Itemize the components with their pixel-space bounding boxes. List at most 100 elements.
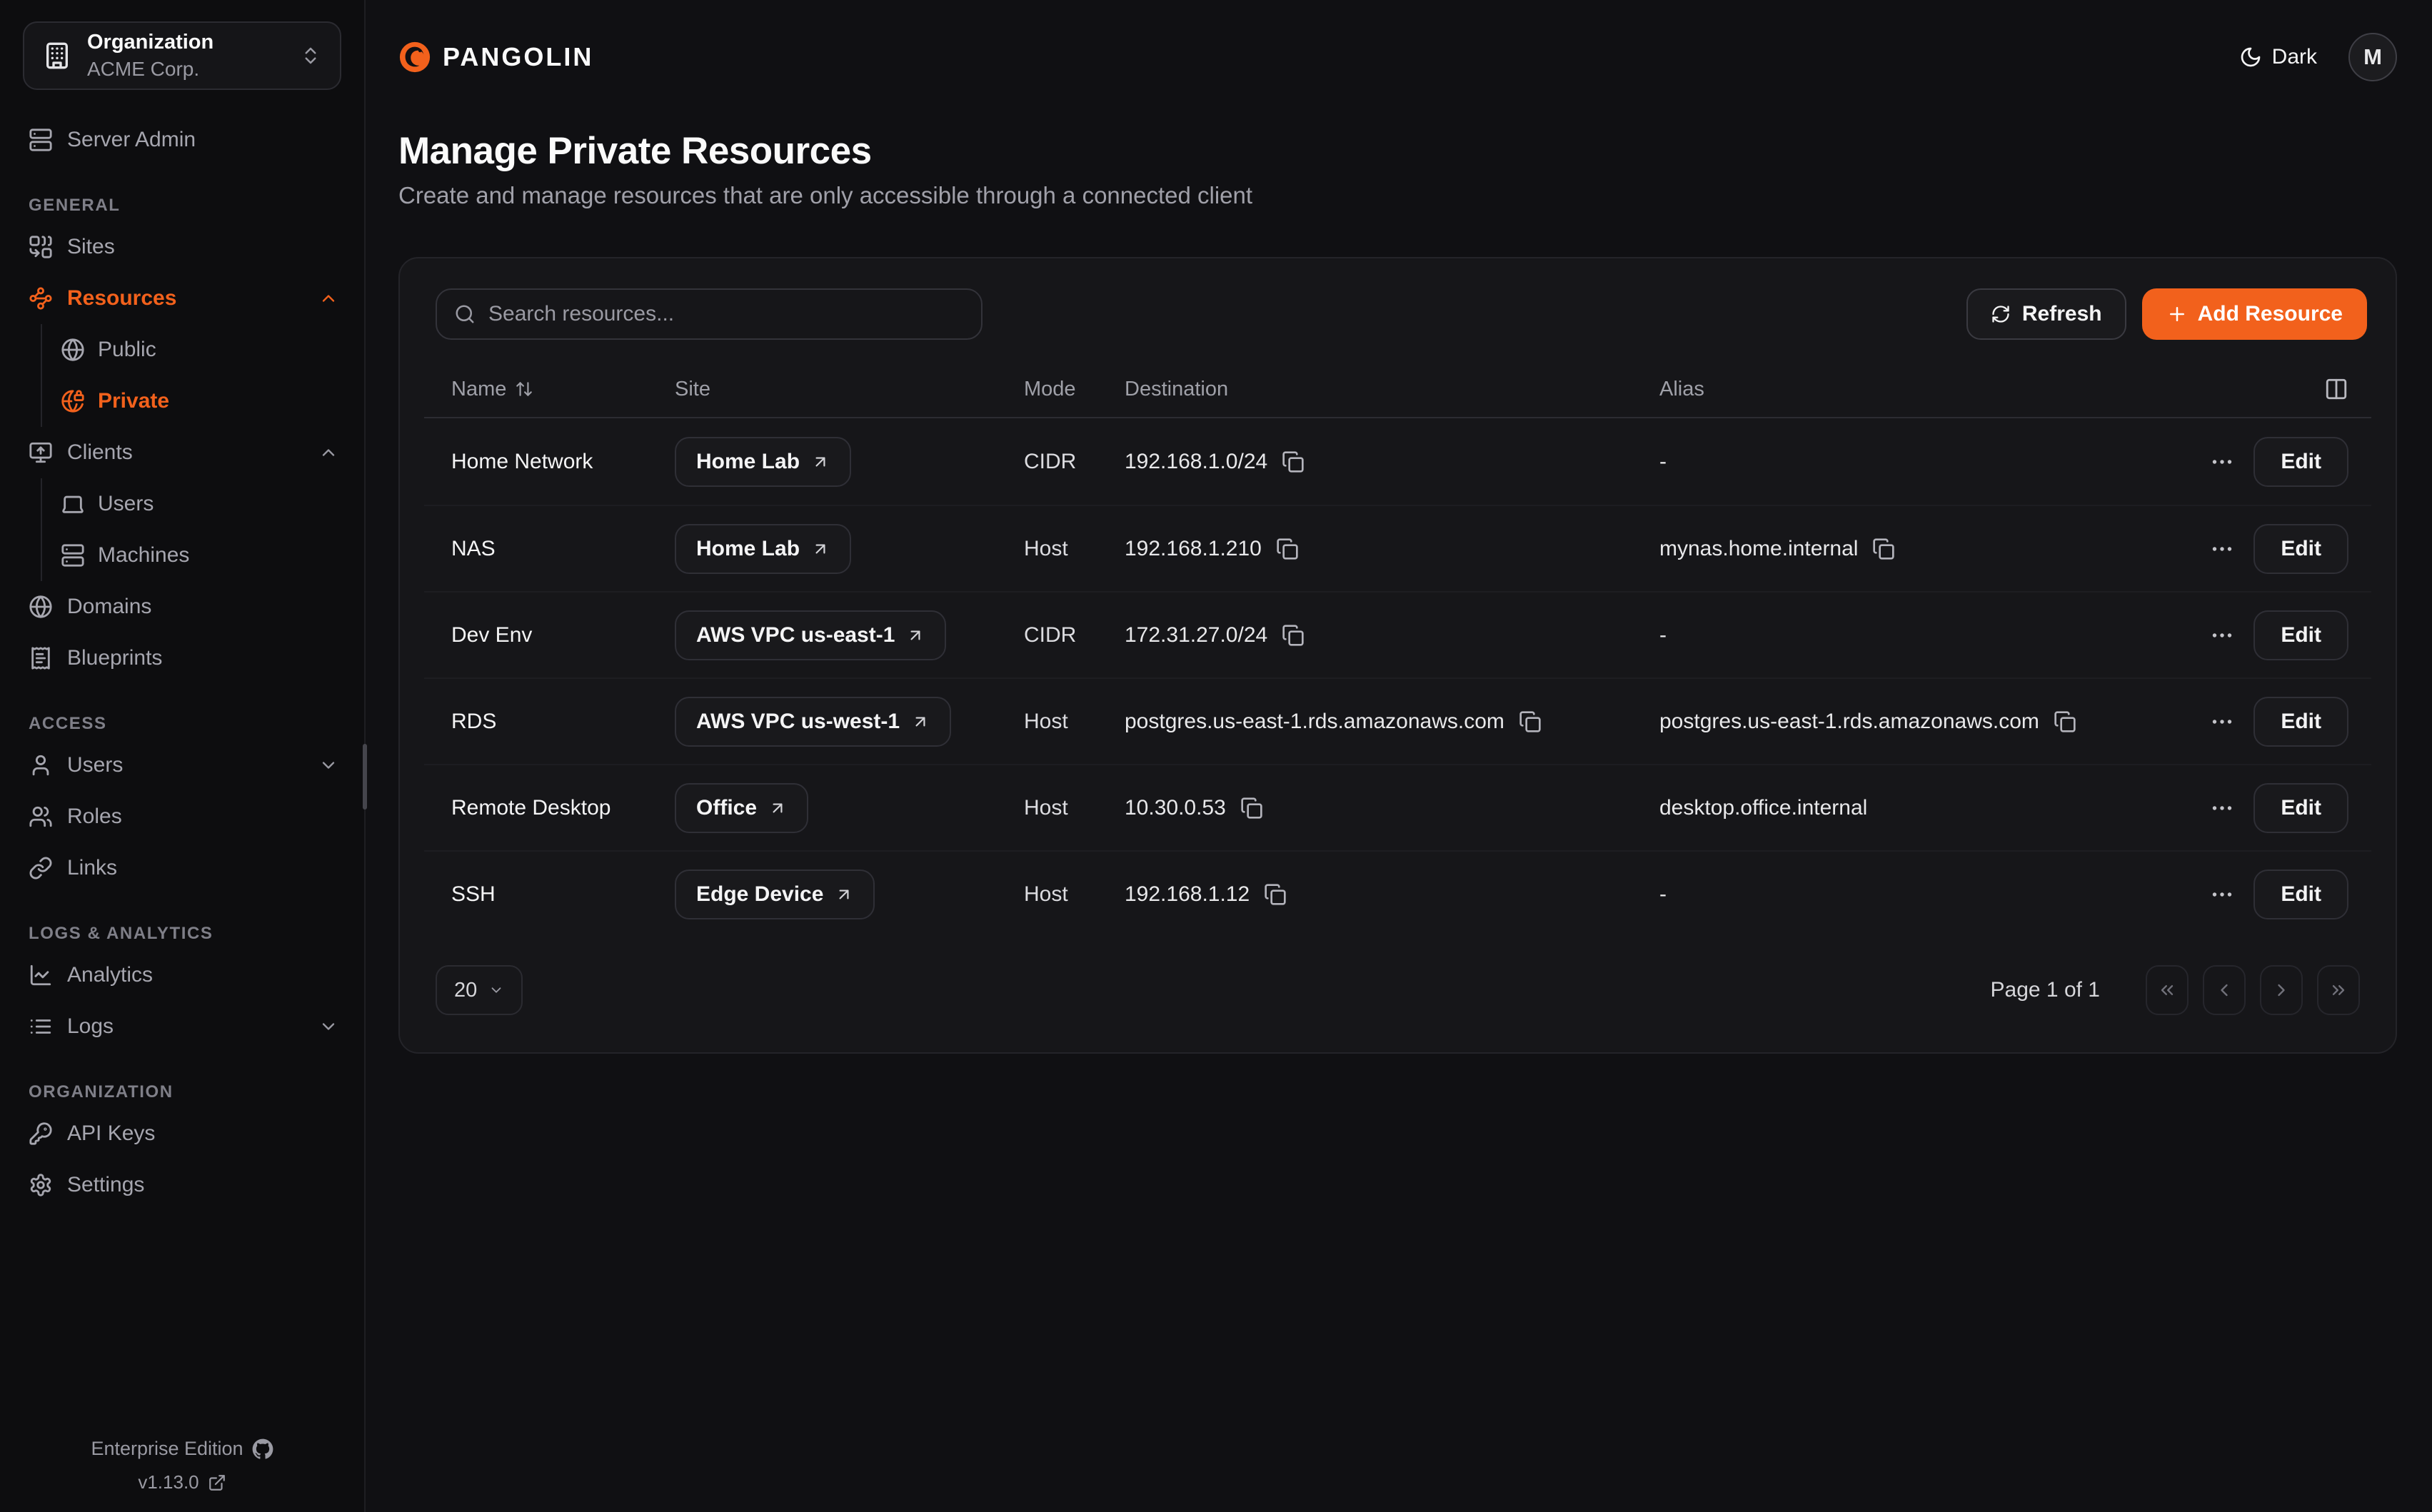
edition-line[interactable]: Enterprise Edition bbox=[91, 1438, 273, 1460]
row-menu-button[interactable] bbox=[2209, 623, 2235, 648]
version-line[interactable]: v1.13.0 bbox=[138, 1471, 226, 1493]
ellipsis-icon bbox=[2209, 536, 2235, 562]
add-resource-button[interactable]: Add Resource bbox=[2142, 288, 2367, 340]
sidebar-item-machines[interactable]: Machines bbox=[42, 530, 364, 581]
chevrons-up-down-icon bbox=[300, 45, 321, 66]
waypoints-icon bbox=[29, 286, 53, 311]
site-link-button[interactable]: Home Lab bbox=[675, 437, 851, 487]
column-header-actions bbox=[2220, 377, 2348, 401]
copy-destination-button[interactable] bbox=[1264, 883, 1287, 906]
avatar[interactable]: M bbox=[2348, 33, 2397, 81]
sidebar-item-public[interactable]: Public bbox=[42, 324, 364, 376]
sidebar-item-analytics[interactable]: Analytics bbox=[0, 949, 364, 1001]
search-input[interactable] bbox=[488, 302, 964, 326]
copy-destination-button[interactable] bbox=[1282, 450, 1305, 473]
copy-destination-button[interactable] bbox=[1240, 797, 1263, 820]
arrow-up-right-icon bbox=[811, 540, 830, 558]
column-header-name[interactable]: Name bbox=[451, 378, 675, 401]
arrow-up-right-icon bbox=[835, 885, 853, 904]
resource-destination: 192.168.1.210 bbox=[1125, 537, 1262, 561]
columns-icon[interactable] bbox=[2324, 377, 2348, 401]
ellipsis-icon bbox=[2209, 449, 2235, 475]
resource-destination: postgres.us-east-1.rds.amazonaws.com bbox=[1125, 710, 1504, 734]
arrow-up-right-icon bbox=[911, 712, 930, 731]
search-icon bbox=[454, 303, 476, 325]
row-menu-button[interactable] bbox=[2209, 449, 2235, 475]
next-page-button[interactable] bbox=[2260, 965, 2303, 1015]
row-menu-button[interactable] bbox=[2209, 882, 2235, 907]
app-logo[interactable]: PANGOLIN bbox=[398, 41, 593, 74]
copy-destination-button[interactable] bbox=[1282, 624, 1305, 647]
copy-alias-button[interactable] bbox=[1872, 538, 1895, 560]
copy-destination-button[interactable] bbox=[1276, 538, 1299, 560]
refresh-button[interactable]: Refresh bbox=[1966, 288, 2126, 340]
copy-destination-button[interactable] bbox=[1519, 710, 1542, 733]
arrow-up-right-icon bbox=[768, 799, 787, 817]
sidebar-item-links[interactable]: Links bbox=[0, 842, 364, 894]
sidebar-item-api-keys[interactable]: API Keys bbox=[0, 1108, 364, 1159]
sidebar-item-blueprints[interactable]: Blueprints bbox=[0, 632, 364, 684]
sidebar-item-sites[interactable]: Sites bbox=[0, 221, 364, 273]
copy-icon bbox=[1264, 883, 1287, 906]
resource-alias: mynas.home.internal bbox=[1659, 537, 1858, 561]
page-size-value: 20 bbox=[454, 979, 477, 1002]
resource-mode: CIDR bbox=[1024, 450, 1076, 474]
row-menu-button[interactable] bbox=[2209, 709, 2235, 735]
github-icon bbox=[252, 1438, 273, 1460]
sidebar-item-label: Settings bbox=[67, 1173, 144, 1197]
edit-button[interactable]: Edit bbox=[2253, 610, 2348, 660]
sidebar-item-label: Private bbox=[98, 389, 169, 413]
page-title: Manage Private Resources bbox=[398, 131, 2397, 171]
sidebar-item-logs[interactable]: Logs bbox=[0, 1001, 364, 1052]
row-menu-button[interactable] bbox=[2209, 795, 2235, 821]
edit-button[interactable]: Edit bbox=[2253, 870, 2348, 919]
row-menu-button[interactable] bbox=[2209, 536, 2235, 562]
prev-page-button[interactable] bbox=[2203, 965, 2246, 1015]
copy-alias-button[interactable] bbox=[2054, 710, 2076, 733]
chevron-up-icon bbox=[318, 443, 338, 463]
theme-toggle-button[interactable]: Dark bbox=[2239, 45, 2317, 69]
edit-button[interactable]: Edit bbox=[2253, 783, 2348, 833]
edit-button[interactable]: Edit bbox=[2253, 437, 2348, 487]
site-link-button[interactable]: Edge Device bbox=[675, 870, 875, 919]
sidebar-item-resources[interactable]: Resources bbox=[0, 273, 364, 324]
sidebar-item-label: Server Admin bbox=[67, 128, 196, 152]
sidebar-scrollbar-thumb[interactable] bbox=[363, 744, 367, 810]
sidebar-item-settings[interactable]: Settings bbox=[0, 1159, 364, 1211]
building-icon bbox=[43, 41, 71, 70]
copy-icon bbox=[1276, 538, 1299, 560]
site-link-button[interactable]: AWS VPC us-west-1 bbox=[675, 697, 951, 747]
sidebar-item-users[interactable]: Users bbox=[42, 478, 364, 530]
sidebar-subnav: UsersMachines bbox=[41, 478, 364, 581]
resource-name: NAS bbox=[451, 537, 496, 561]
last-page-button[interactable] bbox=[2317, 965, 2360, 1015]
site-link-button[interactable]: Home Lab bbox=[675, 524, 851, 574]
edit-button[interactable]: Edit bbox=[2253, 697, 2348, 747]
org-selector[interactable]: Organization ACME Corp. bbox=[23, 21, 341, 90]
table-row: NASHome LabHost192.168.1.210mynas.home.i… bbox=[424, 505, 2371, 591]
chevrons-right-icon bbox=[2328, 980, 2348, 1000]
site-link-button[interactable]: Office bbox=[675, 783, 808, 833]
sidebar-item-clients[interactable]: Clients bbox=[0, 427, 364, 478]
sidebar-item-users[interactable]: Users bbox=[0, 740, 364, 791]
sidebar-footer: Enterprise Edition v1.13.0 bbox=[0, 1438, 364, 1493]
site-name: Edge Device bbox=[696, 882, 823, 907]
site-link-button[interactable]: AWS VPC us-east-1 bbox=[675, 610, 946, 660]
search-box bbox=[436, 288, 983, 340]
edit-button[interactable]: Edit bbox=[2253, 524, 2348, 574]
first-page-button[interactable] bbox=[2146, 965, 2189, 1015]
sidebar-item-roles[interactable]: Roles bbox=[0, 791, 364, 842]
sidebar-item-private[interactable]: Private bbox=[42, 376, 364, 427]
resource-name: Home Network bbox=[451, 450, 593, 474]
sidebar-item-domains[interactable]: Domains bbox=[0, 581, 364, 632]
sidebar-item-server-admin[interactable]: Server Admin bbox=[0, 114, 364, 166]
table-row: Home NetworkHome LabCIDR192.168.1.0/24-E… bbox=[424, 418, 2371, 505]
site-name: AWS VPC us-west-1 bbox=[696, 710, 900, 734]
page-size-select[interactable]: 20 bbox=[436, 965, 523, 1015]
sidebar-section-label: ORGANIZATION bbox=[0, 1082, 364, 1102]
resource-name: Remote Desktop bbox=[451, 796, 610, 820]
table-row: Dev EnvAWS VPC us-east-1CIDR172.31.27.0/… bbox=[424, 591, 2371, 677]
org-selector-label: Organization bbox=[87, 31, 213, 54]
server-icon bbox=[29, 128, 53, 152]
resource-alias: - bbox=[1659, 623, 1667, 647]
